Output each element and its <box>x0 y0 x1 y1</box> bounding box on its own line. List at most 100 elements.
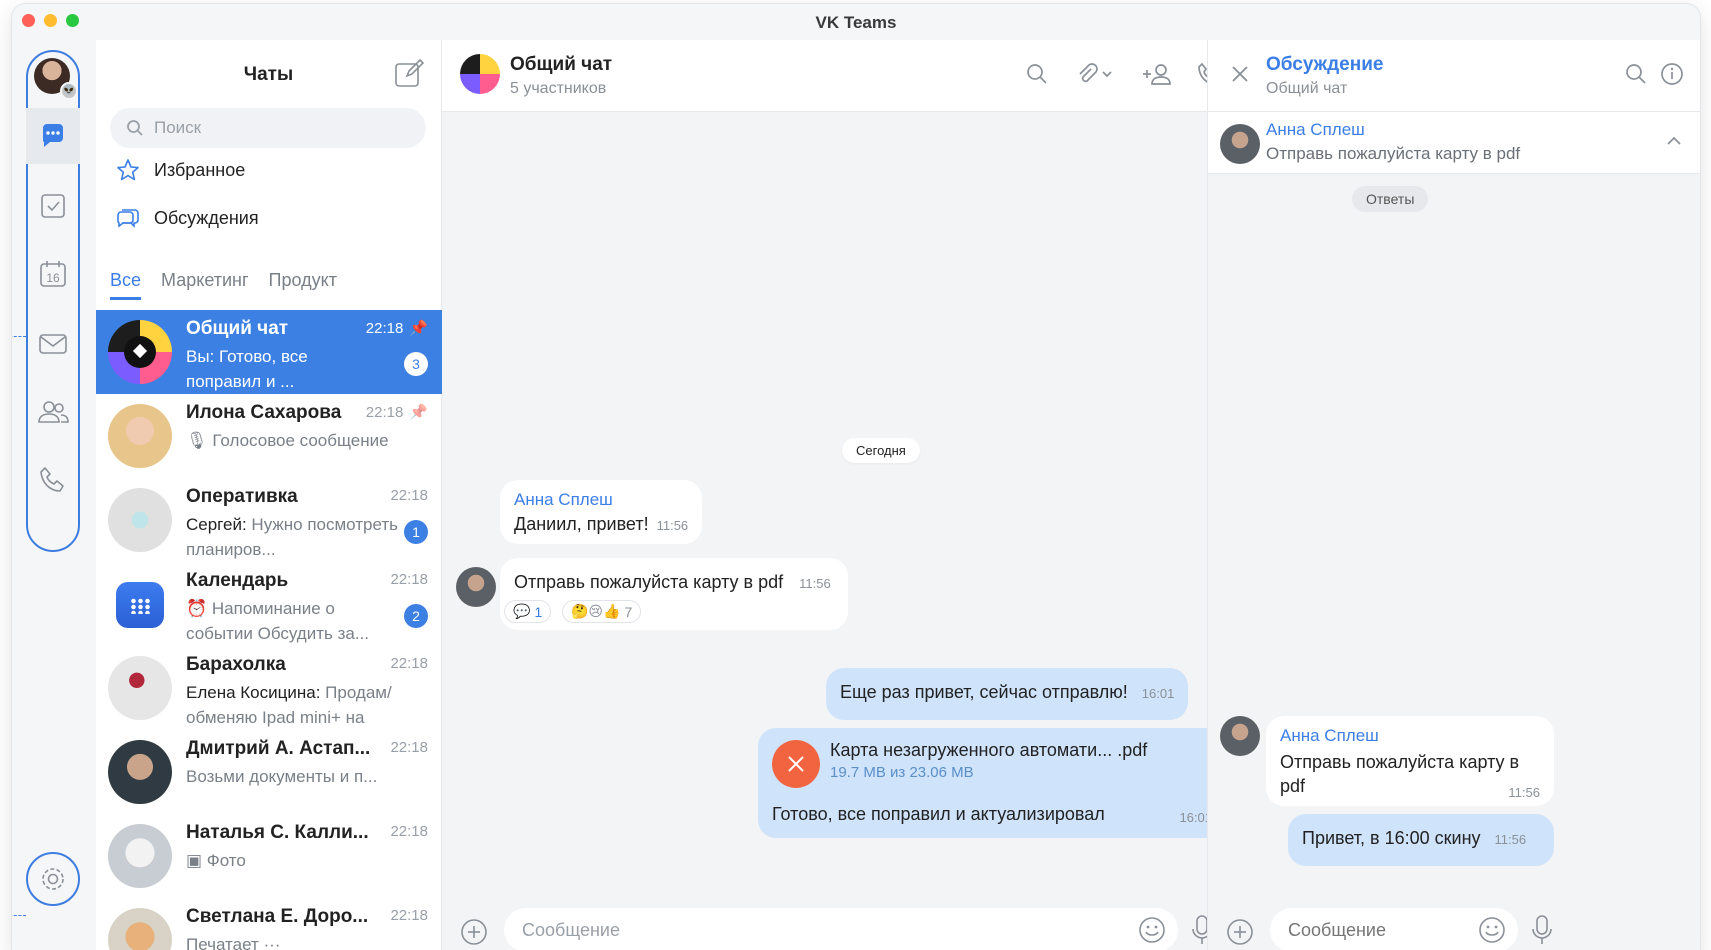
attach-icon[interactable] <box>1075 62 1115 86</box>
plus-icon[interactable] <box>1226 918 1254 946</box>
thread-header: Обсуждение Общий чат <box>1208 40 1700 112</box>
chat-preview: Вы: Готово, все поправил и ... <box>186 344 406 394</box>
tab-marketing[interactable]: Маркетинг <box>161 270 249 300</box>
thread-message-outgoing[interactable]: Привет, в 16:00 скину 11:56 <box>1288 814 1554 866</box>
rail-mail[interactable] <box>26 316 80 372</box>
search-input[interactable] <box>154 118 394 138</box>
chat-time: 22:18 📌 <box>366 319 428 338</box>
chat-time: 22:18 📌 <box>366 403 428 422</box>
search-icon[interactable] <box>1624 62 1648 86</box>
thread-composer <box>1208 898 1700 950</box>
chat-item-dmitry[interactable]: Дмитрий А. Астап... 22:18 Возьми докумен… <box>96 730 442 814</box>
chat-name: Оперативка <box>186 486 298 507</box>
add-user-icon[interactable] <box>1141 62 1171 86</box>
emoji-icon[interactable] <box>1478 916 1506 944</box>
checkbox-icon <box>41 194 65 218</box>
thread-message-input[interactable] <box>1288 919 1458 941</box>
sender-avatar[interactable] <box>456 567 496 607</box>
file-progress: 19.7 MB из 23.06 MB <box>830 764 974 781</box>
chat-name: Дмитрий А. Астап... <box>186 738 371 759</box>
avatar <box>108 824 172 888</box>
thread-message-bubble[interactable]: Анна Сплеш Отправь пожалуйста карту в pd… <box>1266 716 1554 806</box>
plus-icon[interactable] <box>460 918 488 946</box>
tab-all[interactable]: Все <box>110 270 142 300</box>
close-icon[interactable] <box>1230 64 1250 84</box>
file-message-outgoing[interactable]: Карта незагруженного автомати... .pdf 19… <box>758 728 1226 838</box>
avatar <box>108 404 172 468</box>
chat-item-ilona[interactable]: Илона Сахарова 22:18 📌 🎙 Голосовое сообще… <box>96 394 442 478</box>
profile-avatar[interactable]: 👽 <box>34 58 78 100</box>
thread-count: 1 <box>534 603 543 620</box>
annotation-line <box>12 336 26 337</box>
app-root: VK Teams 👽 16 Чаты Поиск Избранное Обсуж… <box>0 0 1711 950</box>
pin-icon: 📌 <box>409 320 428 337</box>
thread-input-box[interactable] <box>1270 908 1518 950</box>
search-icon <box>127 120 143 136</box>
mail-icon <box>39 334 67 354</box>
chat-preview-text: Голосовое сообщение <box>212 431 389 450</box>
message-sender[interactable]: Анна Сплеш <box>514 490 688 510</box>
rail-calls[interactable] <box>26 452 80 508</box>
chat-item-natalya[interactable]: Наталья С. Калли... 22:18 ▣ Фото <box>96 814 442 898</box>
chat-list-title: Чаты <box>243 64 294 85</box>
message-time: 11:56 <box>799 576 831 591</box>
message-time: 16:01 <box>1141 686 1175 701</box>
thread-root-message[interactable]: Анна Сплеш Отправь пожалуйста карту в pd… <box>1208 112 1700 174</box>
rail-chats[interactable] <box>26 108 80 164</box>
message-bubble-outgoing[interactable]: Еще раз привет, сейчас отправлю! 16:01 <box>826 668 1189 720</box>
mic-icon: 🎙 <box>186 431 208 450</box>
rail-contacts[interactable] <box>26 384 80 440</box>
microphone-icon[interactable] <box>1530 914 1554 946</box>
root-sender[interactable]: Анна Сплеш <box>1266 120 1365 140</box>
conversation-title: Общий чат <box>510 54 613 75</box>
reaction-emojis: 🤔😢👍 <box>571 603 621 619</box>
chevron-up-icon[interactable] <box>1666 134 1682 146</box>
chat-item-general[interactable]: Общий чат 22:18 📌 Вы: Готово, все поправил… <box>96 310 442 394</box>
compose-icon[interactable] <box>393 58 425 90</box>
rail-calendar[interactable]: 16 <box>26 246 80 302</box>
chat-item-baraholka[interactable]: Барахолка 22:18 Елена Косицина: Продам/о… <box>96 646 442 730</box>
message-text: Привет, в 16:00 скину <box>1302 828 1481 848</box>
message-bubble[interactable]: Анна Сплеш Даниил, привет! 11:56 <box>500 480 703 544</box>
chat-item-calendar[interactable]: Календарь 22:18 ⏰ Напоминание о событии … <box>96 562 442 646</box>
chat-preview: 🎙 Голосовое сообщение <box>186 428 406 453</box>
message-text: Отправь пожалуйста карту в pdf <box>514 572 784 592</box>
settings-button[interactable] <box>26 852 80 906</box>
chat-time: 22:18 <box>390 907 428 924</box>
chat-bubble-icon <box>43 124 63 147</box>
discussions-item[interactable]: Обсуждения <box>116 206 259 230</box>
thread-title: Обсуждение <box>1266 54 1384 75</box>
message-input[interactable] <box>522 919 1082 941</box>
unread-badge: 3 <box>404 352 428 376</box>
thread-replies-chip[interactable]: 💬 1 <box>504 600 552 623</box>
participants-count[interactable]: 5 участников <box>510 80 606 98</box>
message-sender[interactable]: Анна Сплеш <box>1280 726 1540 746</box>
emoji-icon[interactable] <box>1138 916 1166 944</box>
avatar <box>108 740 172 804</box>
chat-item-operativka[interactable]: Оперативка 22:18 Сергей: Нужно посмотрет… <box>96 478 442 562</box>
search-icon[interactable] <box>1025 62 1049 86</box>
chat-preview: Елена Косицина: Продам/обменяю Ipad mini… <box>186 680 406 730</box>
reactions-count: 7 <box>624 603 633 620</box>
tab-product[interactable]: Продукт <box>269 270 337 300</box>
chat-name: Календарь <box>186 570 289 591</box>
search-box[interactable] <box>110 108 426 148</box>
cancel-download-button[interactable] <box>772 740 820 788</box>
info-icon[interactable] <box>1660 62 1684 86</box>
message-bubble[interactable]: Отправь пожалуйста карту в pdf 11:56 <box>500 558 848 630</box>
rail-tasks[interactable] <box>26 178 80 234</box>
thread-subtitle[interactable]: Общий чат <box>1266 80 1347 98</box>
message-time: 11:56 <box>1508 785 1540 800</box>
chat-avatar[interactable] <box>460 54 500 94</box>
file-name[interactable]: Карта незагруженного автомати... .pdf <box>830 740 1147 761</box>
close-icon <box>788 756 804 772</box>
gear-icon <box>42 868 64 890</box>
chat-preview: ⏰ Напоминание о событии Обсудить за... <box>186 599 370 643</box>
message-input-box[interactable] <box>504 908 1178 950</box>
reactions-chip[interactable]: 🤔😢👍 7 <box>562 600 642 623</box>
chat-list-panel: Чаты Избранное Обсуждения Все Маркетинг … <box>96 40 442 950</box>
unread-badge: 1 <box>404 520 428 544</box>
app-window: VK Teams 👽 16 Чаты Поиск Избранное Обсуж… <box>12 4 1700 950</box>
favorites-item[interactable]: Избранное <box>116 158 245 182</box>
chat-item-svetlana[interactable]: Светлана Е. Доро... 22:18 Печатает ··· <box>96 898 442 950</box>
